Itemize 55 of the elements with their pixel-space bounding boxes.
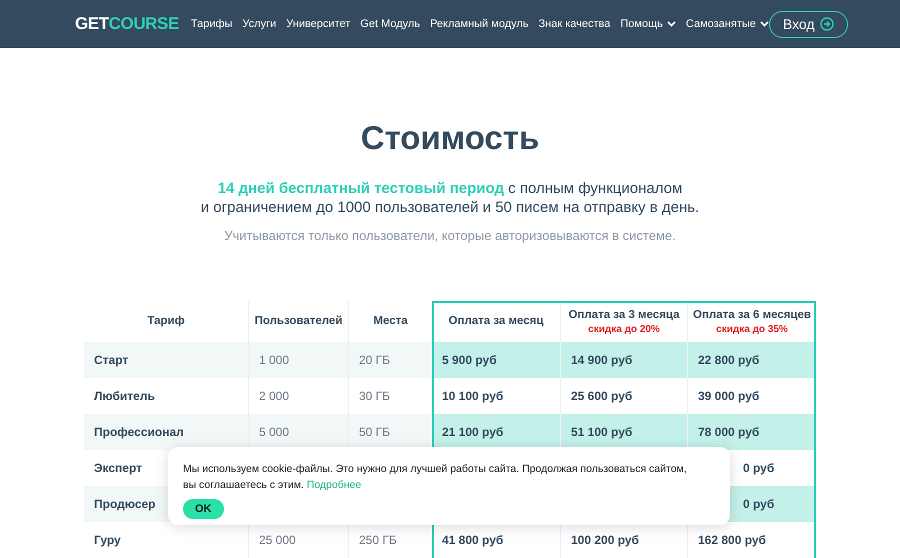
plan-name: Эксперт — [94, 460, 142, 477]
table-cell-text: 41 800 руб — [442, 532, 504, 549]
nav-link[interactable]: Тарифы — [190, 16, 232, 32]
page-heading: Стоимость — [360, 118, 540, 158]
table-cell-text: 50 ГБ — [359, 424, 390, 441]
column-header: Оплата за 3 месяца — [568, 308, 680, 323]
table-cell-text: 22 800 руб — [698, 352, 760, 369]
chevron-down-icon — [666, 21, 676, 27]
table-cell-text: 21 100 руб — [442, 424, 504, 441]
plan-name: Любитель — [94, 388, 155, 405]
intro-text: 14 дней бесплатный тестовый период с полным функционалом — [218, 178, 682, 198]
table-cell-text: 5 000 — [259, 424, 290, 441]
nav-link[interactable]: Услуги — [242, 16, 276, 32]
column-header: Тариф — [147, 314, 185, 329]
table-cell-text: 20 ГБ — [359, 352, 390, 369]
column-header: Места — [373, 314, 408, 329]
column-header: Оплата за месяц — [448, 314, 544, 329]
table-cell-text: 51 100 руб — [571, 424, 632, 441]
table-cell-text: 25 000 — [259, 532, 296, 549]
nav-link[interactable]: Get Модуль — [360, 16, 420, 32]
table-cell-text: 39 000 руб — [698, 388, 760, 405]
table-cell-text: 14 900 руб — [571, 352, 632, 369]
nav-link[interactable]: Рекламный модуль — [430, 16, 529, 32]
table-cell-text: 0 руб — [743, 460, 774, 477]
logo[interactable]: GETCOURSE — [75, 11, 179, 37]
plan-name: Старт — [94, 352, 128, 369]
table-cell-text: 78 000 руб — [698, 424, 760, 441]
table-cell-text: 10 100 руб — [442, 388, 504, 405]
table-cell-text: 100 200 руб — [571, 532, 639, 549]
nav-link[interactable]: Знак качества — [538, 16, 610, 32]
discount-label: скидка до 20% — [588, 324, 660, 336]
column-header: Пользователей — [254, 314, 342, 329]
table-cell-text: 1 000 — [259, 352, 290, 369]
plan-name: Профессионал — [94, 424, 184, 441]
plan-name: Продюсер — [94, 496, 156, 513]
chevron-down-icon — [760, 21, 769, 27]
plan-name: Гуру — [94, 532, 121, 549]
nav-link[interactable]: Помощь — [620, 16, 676, 32]
discount-label: скидка до 35% — [716, 324, 788, 336]
nav-link[interactable]: Самозанятые — [686, 16, 769, 32]
table-cell-text: 2 000 — [259, 388, 290, 405]
intro-text: и ограничением до 1000 пользователей и 50 писем на отправку в день. — [200, 198, 700, 216]
table-cell-text: 162 800 руб — [698, 532, 766, 549]
table-cell-text: 5 900 руб — [442, 352, 497, 369]
nav-link[interactable]: Университет — [286, 16, 350, 32]
cookie-text: Мы используем cookie-файлы. Это нужно для лучшей работы сайта. Продолжая пользоваться сайтом, вы соглашаетесь с этим. Подробнее — [183, 462, 688, 493]
note-text: Учитываются только пользователи, которые авторизовываются в системе. — [224, 226, 676, 245]
arrow-circle-icon — [820, 17, 834, 31]
login-button[interactable]: Вход — [768, 10, 848, 38]
table-cell-text: 0 руб — [743, 496, 774, 513]
ok-button[interactable]: OK — [183, 499, 224, 519]
table-cell-text: 30 ГБ — [359, 388, 390, 405]
table-cell-text: 25 600 руб — [571, 388, 632, 405]
column-header: Оплата за 6 месяцев — [693, 308, 811, 323]
table-cell-text: 250 ГБ — [359, 532, 397, 549]
